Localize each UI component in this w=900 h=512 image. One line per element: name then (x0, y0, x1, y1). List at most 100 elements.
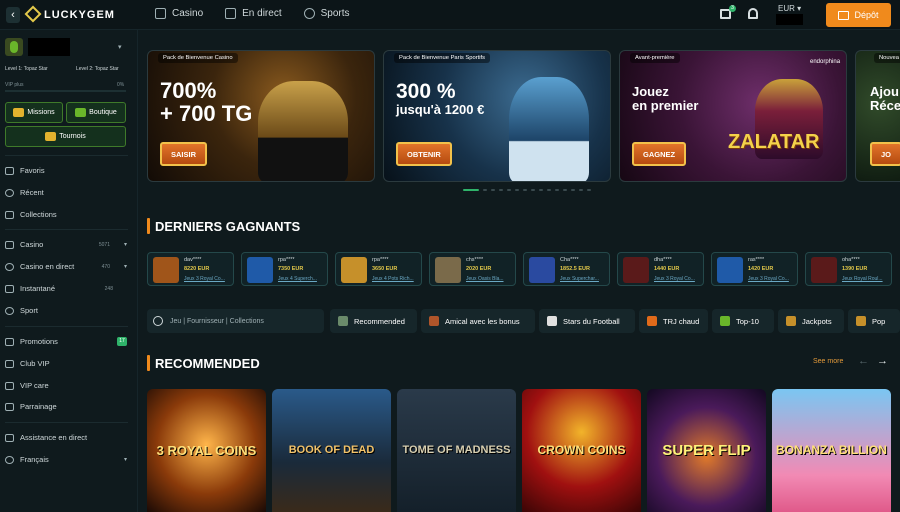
nav-casino[interactable]: Casino (155, 8, 203, 19)
collapse-sidebar-button[interactable]: ‹ (6, 7, 20, 23)
carousel-dot[interactable] (555, 189, 559, 191)
currency-select[interactable]: EUR ▾ (778, 4, 801, 13)
sidebar-item-promotions[interactable]: Promotions 17 (5, 337, 127, 346)
carousel-dot[interactable] (483, 189, 487, 191)
winner-amount: 7350 EUR (278, 266, 304, 272)
banner-sports-welcome[interactable]: Pack de Bienvenue Paris Sportifs 300 % ju… (383, 50, 611, 182)
missions-button[interactable]: Missions (5, 102, 63, 123)
search-icon (153, 316, 163, 326)
winner-card[interactable]: rpa**** 3650 EUR Jeux 4 Pots Rich... (335, 252, 422, 286)
carousel-dot[interactable] (523, 189, 527, 191)
chip-top-10[interactable]: Top-10 (712, 309, 774, 333)
sidebar-item-instant[interactable]: Instantané 248 (5, 284, 127, 293)
carousel-dot[interactable] (515, 189, 519, 191)
carousel-dot[interactable] (563, 189, 567, 191)
carousel-dot[interactable] (463, 189, 479, 191)
winner-game-link[interactable]: Jeux 4 Superch... (278, 276, 326, 282)
sidebar-item-live-support[interactable]: Assistance en direct (5, 433, 127, 442)
chip-jackpots[interactable]: Jackpots (778, 309, 844, 333)
winner-amount: 1440 EUR (654, 266, 680, 272)
winner-game-link[interactable]: Jeux 3 Royal Co... (748, 276, 796, 282)
avatar[interactable] (5, 38, 23, 56)
sidebar-item-casino-live[interactable]: Casino en direct 470 ▾ (5, 262, 127, 271)
carousel-dots[interactable] (463, 189, 591, 191)
winner-user: Cha**** (560, 257, 579, 263)
sidebar-item-casino[interactable]: Casino 5071 ▾ (5, 240, 127, 249)
carousel-dot[interactable] (539, 189, 543, 191)
vip-plus-link[interactable]: VIP plus (5, 82, 24, 88)
banner-headline: Jouez en premier (632, 84, 699, 113)
divider (5, 155, 128, 156)
game-tile[interactable]: CROWN COINS (522, 389, 641, 512)
winner-game-link[interactable]: Jeux Superchar... (560, 276, 608, 282)
language-select[interactable]: Français ▾ (5, 455, 127, 464)
carousel-dot[interactable] (579, 189, 583, 191)
chevron-down-icon: ▾ (123, 457, 127, 463)
nav-live[interactable]: En direct (225, 8, 282, 19)
chevron-down-icon[interactable]: ▾ (118, 43, 122, 51)
banner-cta-button[interactable]: OBTENIR (396, 142, 452, 166)
winner-card[interactable]: oha**** 1390 EUR Jeux Royal Roul... (805, 252, 892, 286)
banner-new[interactable]: Nouvea Ajou Réce JO (855, 50, 900, 182)
chip-stars-du-football[interactable]: Stars du Football (539, 309, 635, 333)
game-tile[interactable]: BOOK OF DEAD (272, 389, 391, 512)
game-tile[interactable]: BONANZA BILLION (772, 389, 891, 512)
logo[interactable]: LUCKYGEM (24, 5, 115, 23)
game-title: SUPER FLIP (662, 441, 751, 459)
game-tile[interactable]: TOME OF MADNESS (397, 389, 516, 512)
banner-cta-button[interactable]: GAGNEZ (632, 142, 687, 166)
banner-preview[interactable]: ZALATAR endorphina Avant-première Jouez e… (619, 50, 847, 182)
winner-card[interactable]: ras**** 1420 EUR Jeux 3 Royal Co... (711, 252, 798, 286)
game-tile[interactable]: SUPER FLIP (647, 389, 766, 512)
see-more-link[interactable]: See more (813, 358, 843, 365)
banner-casino-welcome[interactable]: Pack de Bienvenue Casino 700% + 700 TG SA… (147, 50, 375, 182)
sidebar-item-recent[interactable]: Récent (5, 188, 127, 197)
nav-sports[interactable]: Sports (303, 8, 350, 19)
carousel-dot[interactable] (547, 189, 551, 191)
sidebar-item-favoris[interactable]: Favoris (5, 166, 127, 175)
sidebar-item-collections[interactable]: Collections (5, 210, 127, 219)
banner-cta-button[interactable]: SAISIR (160, 142, 208, 166)
winner-game-link[interactable]: Jeux 3 Royal Co... (654, 276, 702, 282)
sidebar-item-parrainage[interactable]: Parrainage (5, 402, 127, 411)
banner-cta-button[interactable]: JO (870, 142, 900, 166)
game-title: BOOK OF DEAD (288, 443, 375, 456)
arrow-left-icon[interactable]: ← (858, 355, 869, 367)
winner-card[interactable]: chs**** 2020 EUR Jeux Oasis Bla... (429, 252, 516, 286)
bell-icon[interactable] (748, 8, 758, 19)
winner-game-link[interactable]: Jeux Royal Roul... (842, 276, 890, 282)
sidebar-item-vip-care[interactable]: VIP care (5, 381, 127, 390)
deposit-button[interactable]: Dépôt (826, 3, 891, 27)
carousel-dot[interactable] (507, 189, 511, 191)
winner-card[interactable]: dha**** 1440 EUR Jeux 3 Royal Co... (617, 252, 704, 286)
chip-pop[interactable]: Pop (848, 309, 900, 333)
sidebar-item-club-vip[interactable]: Club VIP (5, 359, 127, 368)
carousel-dot[interactable] (571, 189, 575, 191)
winner-card[interactable]: Cha**** 1852.5 EUR Jeux Superchar... (523, 252, 610, 286)
winner-card[interactable]: rpa**** 7350 EUR Jeux 4 Superch... (241, 252, 328, 286)
wallet-icon (838, 10, 850, 20)
category-icon (786, 316, 796, 326)
banner-figure (509, 77, 589, 181)
winner-game-link[interactable]: Jeux Oasis Bla... (466, 276, 514, 282)
tournois-button[interactable]: Tournois (5, 126, 126, 147)
sidebar-item-sport[interactable]: Sport (5, 306, 127, 315)
winner-card[interactable]: dav**** 8220 EUR Jeux 3 Royal Co... (147, 252, 234, 286)
carousel-dot[interactable] (531, 189, 535, 191)
winner-game-link[interactable]: Jeux 4 Pots Rich... (372, 276, 420, 282)
boutique-button[interactable]: Boutique (66, 102, 126, 123)
users-icon (5, 402, 14, 411)
carousel-dot[interactable] (587, 189, 591, 191)
search-input[interactable]: Jeu | Fournisseur | Collections (147, 309, 324, 333)
game-tile[interactable]: 3 ROYAL COINS (147, 389, 266, 512)
arrow-right-icon[interactable]: → (877, 355, 888, 367)
banner-headline: 300 % jusqu'à 1200 € (396, 80, 485, 118)
chip-trj-chaud[interactable]: TRJ chaud (639, 309, 708, 333)
winner-game-link[interactable]: Jeux 3 Royal Co... (184, 276, 232, 282)
game-title: CROWN COINS (537, 443, 626, 458)
winners-title: DERNIERS GAGNANTS (147, 218, 300, 234)
chip-recommended[interactable]: Recommended (330, 309, 417, 333)
carousel-dot[interactable] (491, 189, 495, 191)
chip-amical-avec-les-bonus[interactable]: Amical avec les bonus (421, 309, 535, 333)
carousel-dot[interactable] (499, 189, 503, 191)
